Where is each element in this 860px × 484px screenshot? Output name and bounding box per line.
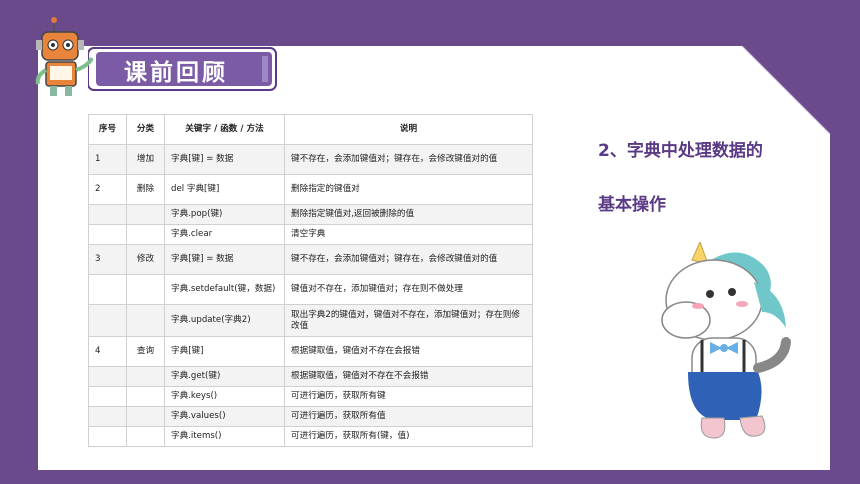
cell-category: 查询 — [126, 336, 165, 367]
table-row: 字典.keys() 可进行遍历，获取所有键 — [88, 386, 533, 407]
cell-category — [126, 406, 165, 427]
cell-keyword: 字典.values() — [164, 406, 285, 427]
robot-icon — [35, 17, 94, 96]
page-title: 课前回顾 — [124, 60, 228, 86]
cell-category — [126, 204, 165, 225]
cell-category — [126, 304, 165, 337]
cell-description: 键不存在，会添加键值对；键存在，会修改键值对的值 — [284, 244, 533, 275]
table-row: 字典.setdefault(键，数据) 键值对不存在，添加键值对；存在则不做处理 — [88, 274, 533, 305]
cell-description: 可进行遍历，获取所有(键，值) — [284, 426, 533, 447]
cell-no: 1 — [88, 144, 127, 175]
cell-keyword: 字典[键] = 数据 — [164, 244, 285, 275]
cell-keyword: 字典.keys() — [164, 386, 285, 407]
cell-keyword: 字典[键] = 数据 — [164, 144, 285, 175]
table-row: 2 删除 del 字典[键] 删除指定的键值对 — [88, 174, 533, 205]
cell-category: 删除 — [126, 174, 165, 205]
cell-category — [126, 386, 165, 407]
cell-description: 删除指定的键值对 — [284, 174, 533, 205]
cell-category — [126, 224, 165, 245]
cell-description: 可进行遍历，获取所有值 — [284, 406, 533, 427]
cell-description: 根据键取值，键值对不存在不会报错 — [284, 366, 533, 387]
header-no: 序号 — [88, 114, 127, 145]
cell-no — [88, 204, 127, 225]
cell-keyword: 字典.setdefault(键，数据) — [164, 274, 285, 305]
cell-description: 键不存在，会添加键值对；键存在，会修改键值对的值 — [284, 144, 533, 175]
header-category: 分类 — [126, 114, 165, 145]
cell-keyword: 字典.pop(键) — [164, 204, 285, 225]
table-row: 1 增加 字典[键] = 数据 键不存在，会添加键值对；键存在，会修改键值对的值 — [88, 144, 533, 175]
cell-keyword: del 字典[键] — [164, 174, 285, 205]
cell-keyword: 字典.update(字典2) — [164, 304, 285, 337]
cell-no — [88, 426, 127, 447]
table-row: 4 查询 字典[键] 根据键取值，键值对不存在会报错 — [88, 336, 533, 367]
cell-no: 4 — [88, 336, 127, 367]
dictionary-operations-table: 序号 分类 关键字 / 函数 / 方法 说明 1 增加 字典[键] = 数据 键… — [88, 114, 533, 447]
cell-description: 可进行遍历，获取所有键 — [284, 386, 533, 407]
header-description: 说明 — [284, 114, 533, 145]
cell-no — [88, 224, 127, 245]
table-row: 3 修改 字典[键] = 数据 键不存在，会添加键值对；键存在，会修改键值对的值 — [88, 244, 533, 275]
cell-no: 2 — [88, 174, 127, 205]
cell-no — [88, 406, 127, 427]
cell-category — [126, 366, 165, 387]
cell-category: 修改 — [126, 244, 165, 275]
cell-no — [88, 274, 127, 305]
cell-description: 删除指定键值对,返回被删除的值 — [284, 204, 533, 225]
table-row: 字典.get(键) 根据键取值，键值对不存在不会报错 — [88, 366, 533, 387]
cell-category — [126, 274, 165, 305]
cell-keyword: 字典.clear — [164, 224, 285, 245]
table-row: 字典.pop(键) 删除指定键值对,返回被删除的值 — [88, 204, 533, 225]
header-keyword: 关键字 / 函数 / 方法 — [164, 114, 285, 145]
table-row: 字典.clear 清空字典 — [88, 224, 533, 245]
table-header-row: 序号 分类 关键字 / 函数 / 方法 说明 — [88, 114, 533, 145]
cell-no: 3 — [88, 244, 127, 275]
cell-keyword: 字典[键] — [164, 336, 285, 367]
table-row: 字典.items() 可进行遍历，获取所有(键，值) — [88, 426, 533, 447]
cell-no — [88, 386, 127, 407]
table-row: 字典.update(字典2) 取出字典2的键值对，键值对不存在，添加键值对；存在… — [88, 304, 533, 337]
unicorn-icon — [661, 242, 791, 439]
cell-description: 清空字典 — [284, 224, 533, 245]
table-row: 字典.values() 可进行遍历，获取所有值 — [88, 406, 533, 427]
cell-description: 根据键取值，键值对不存在会报错 — [284, 336, 533, 367]
cell-keyword: 字典.get(键) — [164, 366, 285, 387]
cell-no — [88, 304, 127, 337]
cell-description: 键值对不存在，添加键值对；存在则不做处理 — [284, 274, 533, 305]
cell-no — [88, 366, 127, 387]
cell-description: 取出字典2的键值对，键值对不存在，添加键值对；存在则修改值 — [284, 304, 533, 337]
side-heading-line2: 基本操作 — [598, 195, 666, 215]
cell-keyword: 字典.items() — [164, 426, 285, 447]
cell-category: 增加 — [126, 144, 165, 175]
cell-category — [126, 426, 165, 447]
side-heading-line1: 2、字典中处理数据的 — [598, 141, 763, 161]
folded-corner — [742, 46, 830, 134]
